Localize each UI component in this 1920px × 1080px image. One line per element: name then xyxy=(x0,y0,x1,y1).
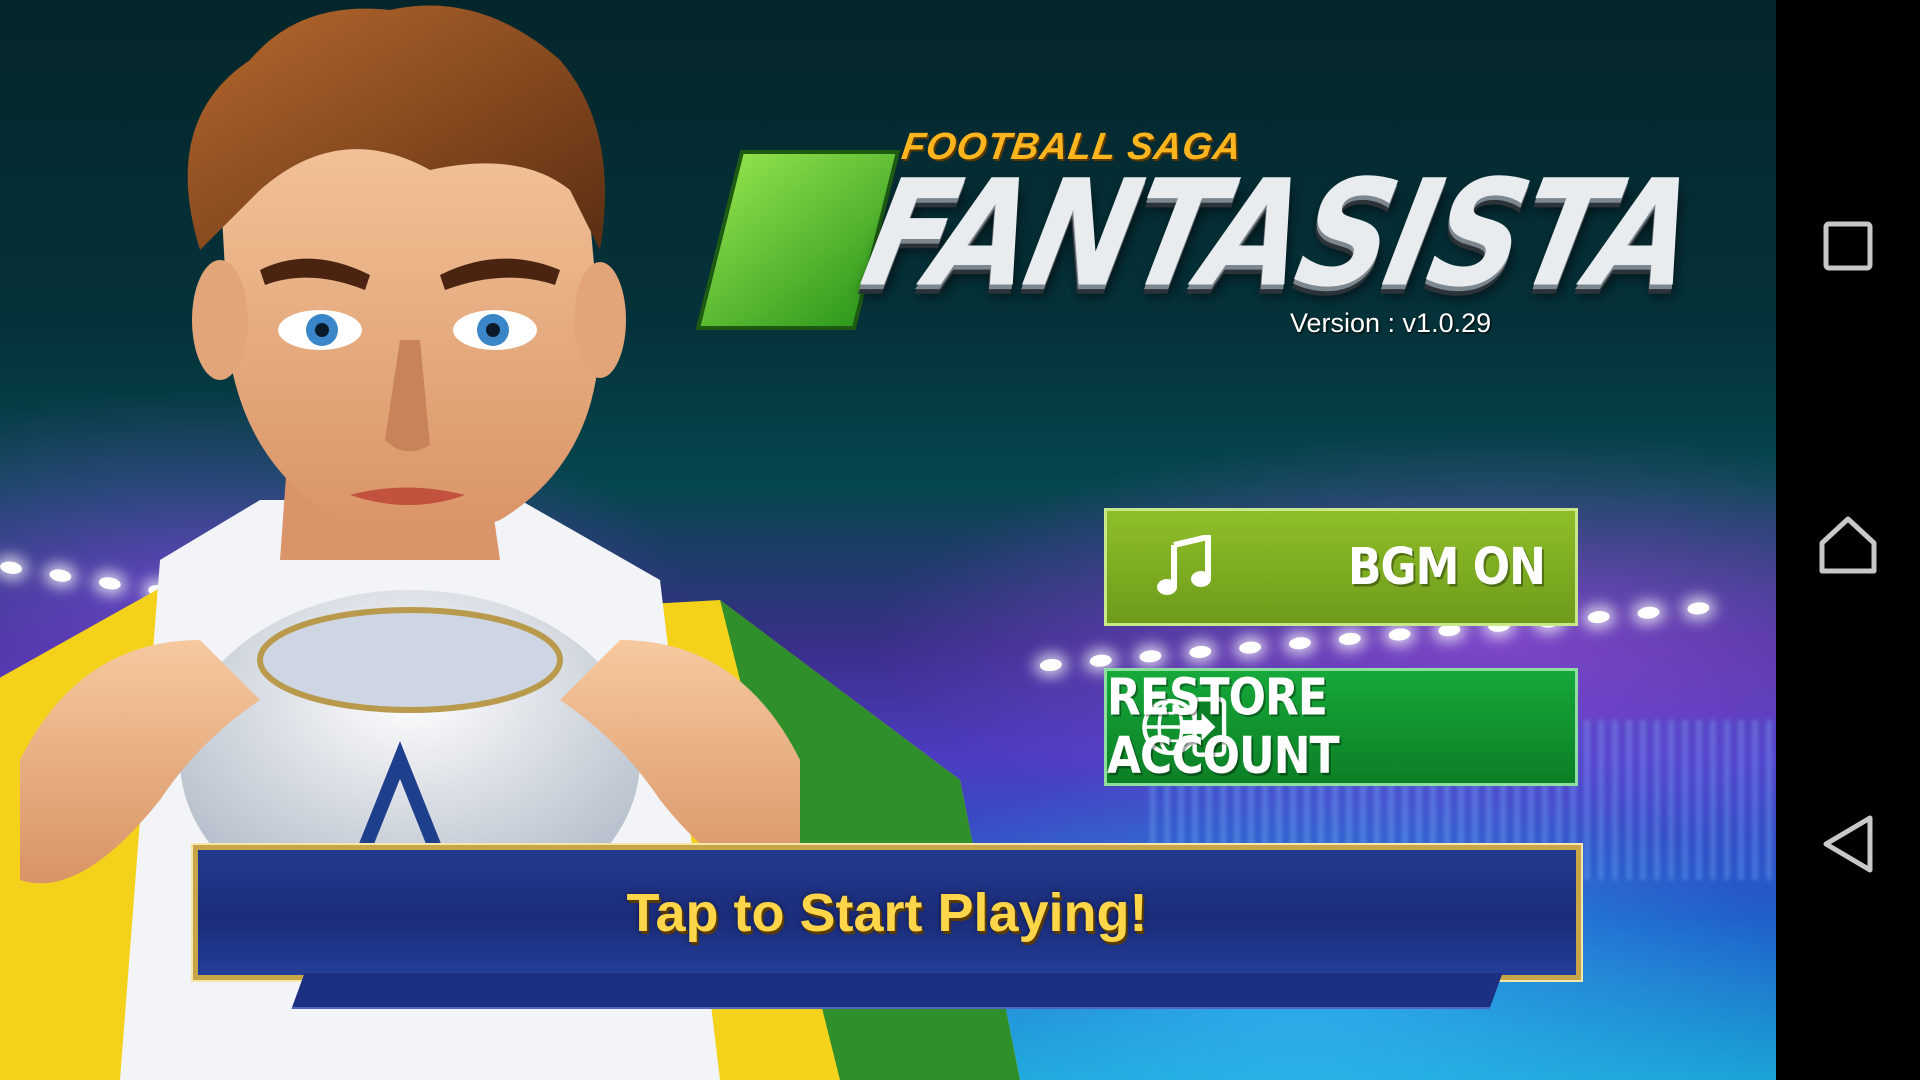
bgm-toggle-button[interactable]: BGM ON xyxy=(1104,508,1578,626)
back-triangle-icon xyxy=(1823,815,1873,873)
bgm-button-label: BGM ON xyxy=(1348,537,1546,597)
tap-to-start-banner[interactable]: Tap to Start Playing! xyxy=(191,843,1583,982)
square-icon xyxy=(1823,221,1873,271)
restore-account-label: RESTORE ACCOUNT xyxy=(1107,668,1340,786)
home-button[interactable] xyxy=(1808,505,1888,585)
home-icon xyxy=(1819,516,1877,574)
back-button[interactable] xyxy=(1808,804,1888,884)
version-label: Version : v1.0.29 xyxy=(1290,308,1492,338)
logo-title: FANTASISTA xyxy=(849,148,1709,321)
android-navigation-bar xyxy=(1776,0,1920,1080)
recents-button[interactable] xyxy=(1808,206,1888,286)
music-note-icon xyxy=(1141,522,1231,612)
game-screen[interactable]: FOOTBALL SAGA FANTASISTA Version : v1.0.… xyxy=(0,0,1776,1080)
game-logo: FOOTBALL SAGA FANTASISTA xyxy=(695,120,1708,340)
tap-to-start-text: Tap to Start Playing! xyxy=(626,882,1148,943)
restore-account-button[interactable]: RESTORE ACCOUNT xyxy=(1104,668,1578,786)
